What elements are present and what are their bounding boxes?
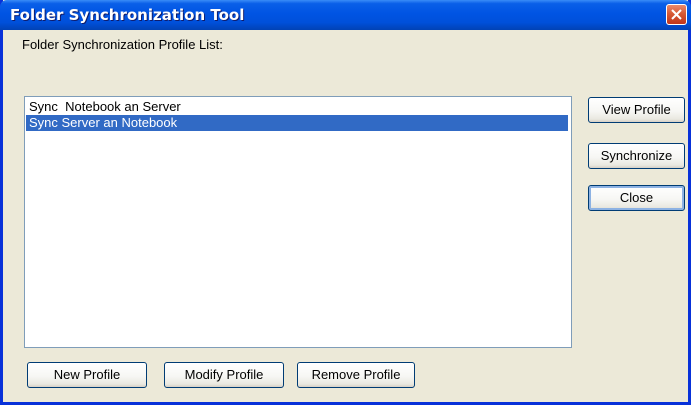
modify-profile-button[interactable]: Modify Profile [164,362,284,388]
view-profile-button[interactable]: View Profile [588,97,685,123]
synchronize-button[interactable]: Synchronize [588,143,685,169]
dialog-window: Folder Synchronization Tool Folder Synch… [0,0,691,405]
profile-list[interactable]: Sync Notebook an Server Sync Server an N… [24,96,572,348]
list-item-selected[interactable]: Sync Server an Notebook [26,115,568,131]
close-window-icon[interactable] [666,4,687,25]
window-title: Folder Synchronization Tool [10,6,245,24]
list-item[interactable]: Sync Notebook an Server [26,99,568,115]
remove-profile-button[interactable]: Remove Profile [297,362,415,388]
new-profile-button[interactable]: New Profile [27,362,147,388]
close-button[interactable]: Close [588,185,685,211]
profile-list-label: Folder Synchronization Profile List: [22,37,223,52]
close-x-icon [671,9,682,20]
title-bar[interactable]: Folder Synchronization Tool [0,0,691,30]
